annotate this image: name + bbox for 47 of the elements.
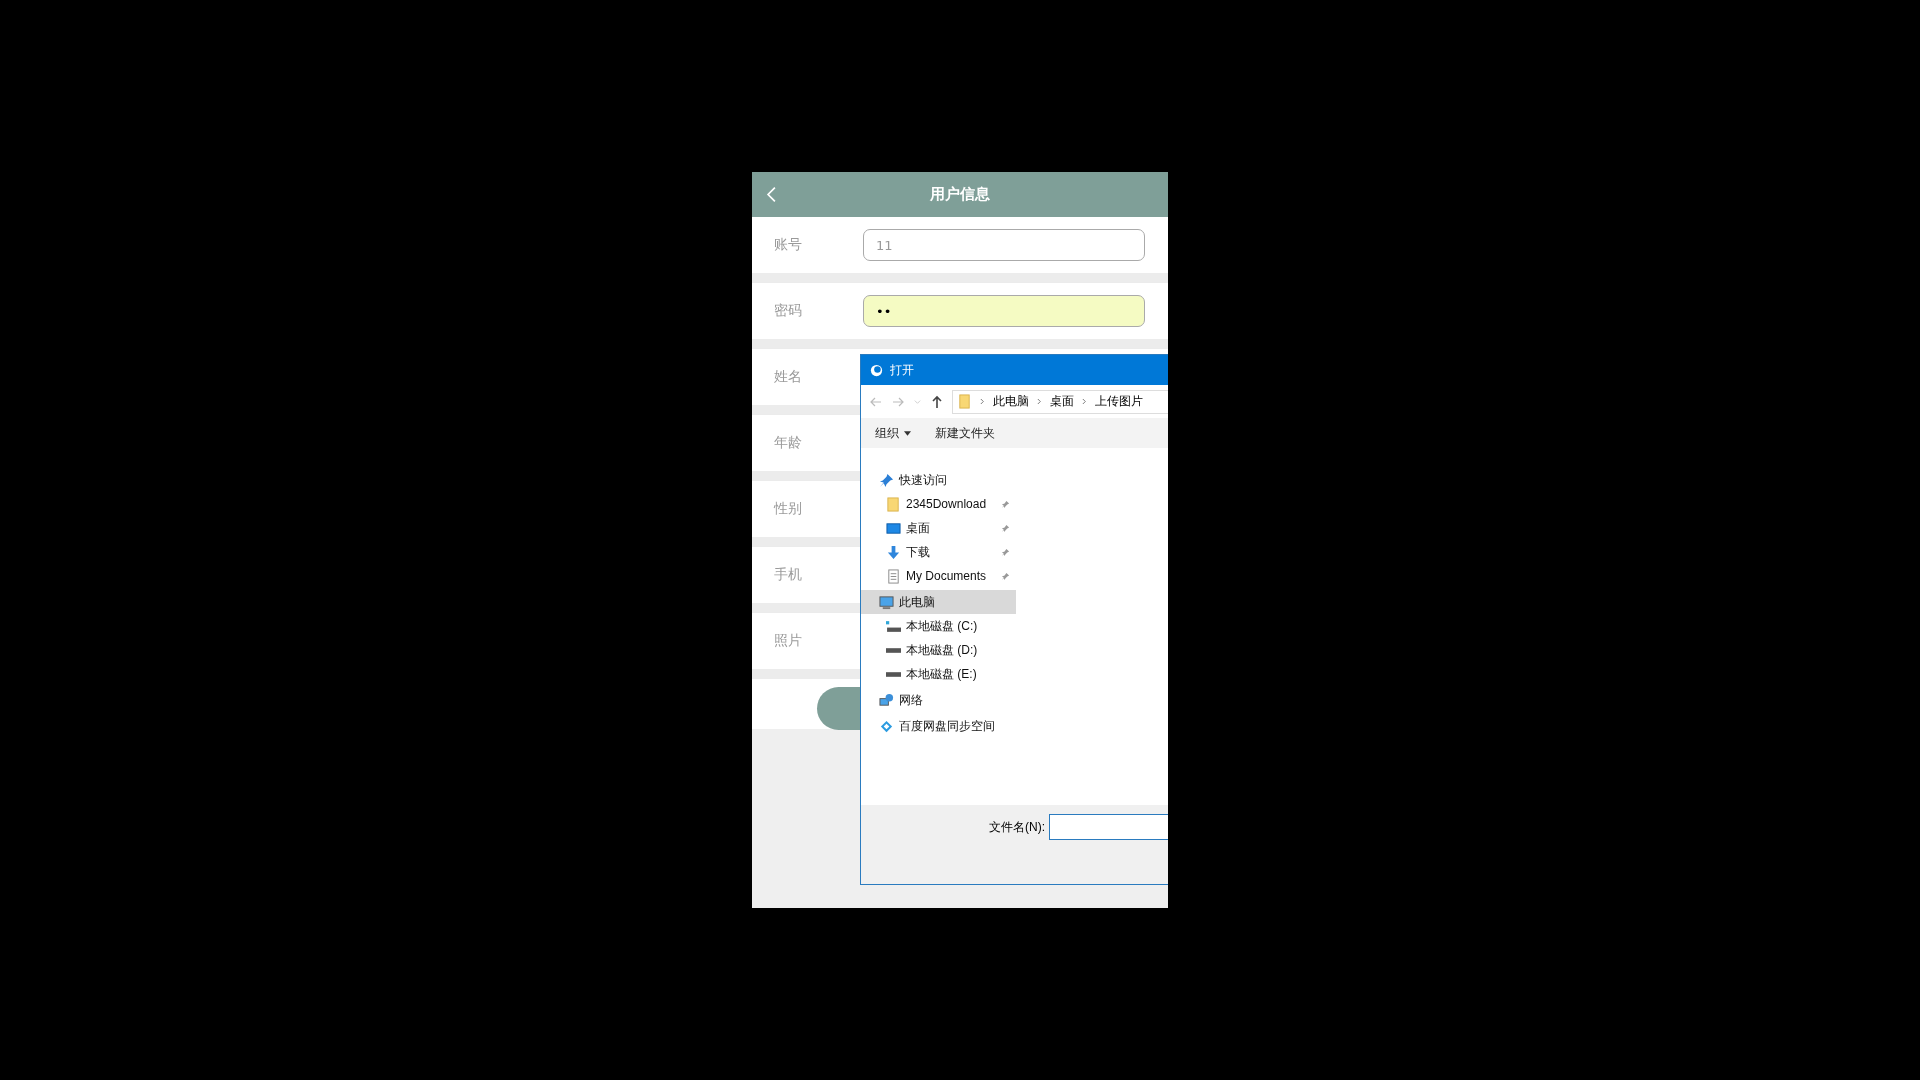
breadcrumb[interactable]: 桌面: [1050, 393, 1074, 410]
toolbar-button[interactable]: 新建文件夹: [935, 424, 995, 442]
back-icon[interactable]: [766, 186, 777, 203]
document-icon: [886, 568, 901, 584]
nav-item[interactable]: 百度网盘同步空间: [861, 714, 1016, 738]
breadcrumb[interactable]: 此电脑: [993, 393, 1029, 410]
nav-item[interactable]: 此电脑: [861, 590, 1016, 614]
folder-icon: [957, 394, 972, 409]
field-label: 账号: [773, 236, 803, 254]
app-icon: [869, 362, 884, 378]
chevron-right-icon: [1037, 398, 1042, 405]
nav-item[interactable]: 快速访问: [861, 468, 1016, 492]
sync-diamond-icon: [879, 718, 894, 734]
drive-icon: [886, 618, 901, 634]
page-title: 用户信息: [930, 185, 990, 204]
nav-item[interactable]: 本地磁盘 (C:): [861, 614, 1016, 638]
nav-item[interactable]: 桌面: [861, 516, 1016, 540]
drive-icon: [886, 671, 901, 677]
download-arrow-icon: [886, 544, 901, 560]
pin-star-icon: [879, 472, 894, 488]
field-label: 照片: [773, 632, 803, 650]
toolbar-button[interactable]: 组织: [875, 424, 911, 442]
field-label: 性别: [772, 500, 803, 518]
up-arrow-icon[interactable]: [930, 394, 944, 409]
chevron-right-icon: [980, 398, 985, 405]
nav-item[interactable]: 2345Download: [861, 492, 1016, 516]
desktop-icon: [886, 520, 901, 536]
nav-item[interactable]: 下载: [861, 540, 1016, 564]
drive-icon: [886, 647, 901, 653]
nav-item[interactable]: 本地磁盘 (E:): [861, 662, 1016, 686]
nav-item[interactable]: My Documents: [861, 564, 1016, 588]
dialog-title: 打开: [890, 361, 914, 379]
field-label: 密码: [773, 302, 803, 320]
folder-icon: [886, 496, 901, 512]
nav-item[interactable]: 本地磁盘 (D:): [861, 638, 1016, 662]
address-bar[interactable]: 此电脑 桌面 上传图片: [952, 389, 1168, 414]
field-label: 年龄: [773, 434, 803, 452]
network-icon: [879, 692, 894, 708]
chevron-down-icon[interactable]: [913, 397, 922, 406]
nav-item[interactable]: 网络: [861, 688, 1016, 712]
computer-icon: [879, 594, 894, 610]
field-label: 手机: [773, 566, 803, 584]
field-label: 姓名: [773, 368, 803, 386]
breadcrumb[interactable]: 上传图片: [1095, 393, 1143, 410]
input-field[interactable]: ••: [863, 295, 1145, 327]
chevron-right-icon: [1082, 398, 1087, 405]
filename-label: 文件名(N):: [989, 819, 1045, 836]
